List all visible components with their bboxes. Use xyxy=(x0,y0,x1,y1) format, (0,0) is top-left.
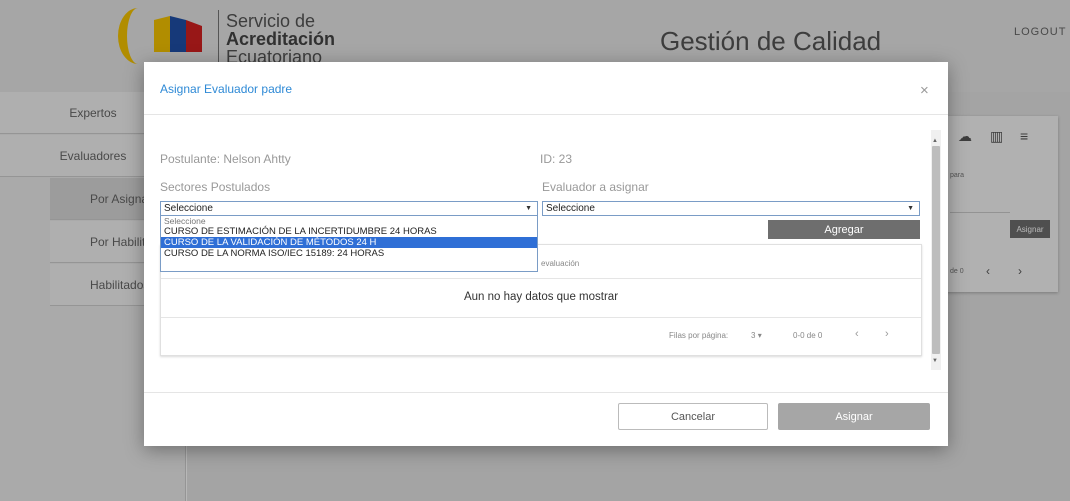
modal-divider xyxy=(144,114,948,115)
cancel-button[interactable]: Cancelar xyxy=(618,403,768,430)
rows-per-page-label: Filas por página: xyxy=(669,331,729,340)
rows-per-page-value: 3 xyxy=(751,331,756,340)
agregar-button[interactable]: Agregar xyxy=(768,220,920,239)
table-divider xyxy=(161,278,921,279)
assign-button[interactable]: Asignar xyxy=(778,403,930,430)
table-empty-message: Aun no hay datos que mostrar xyxy=(463,291,619,303)
sectores-select[interactable]: Seleccione ▼ xyxy=(160,201,538,216)
rows-per-page-select[interactable]: 3 ▾ xyxy=(751,331,762,340)
modal-scrollbar-thumb[interactable] xyxy=(932,146,940,354)
sectores-label: Sectores Postulados xyxy=(160,180,271,194)
dropdown-option[interactable]: CURSO DE ESTIMACIÓN DE LA INCERTIDUMBRE … xyxy=(161,226,537,237)
scroll-down-icon[interactable]: ▼ xyxy=(932,358,938,364)
next-page-icon[interactable]: › xyxy=(885,328,889,340)
close-icon[interactable]: × xyxy=(920,82,929,99)
dropdown-option-highlighted[interactable]: CURSO DE LA VALIDACIÓN DE MÉTODOS 24 H xyxy=(161,237,537,248)
sectores-dropdown-list: Seleccione CURSO DE ESTIMACIÓN DE LA INC… xyxy=(160,215,538,272)
assign-evaluator-modal: Asignar Evaluador padre × Postulante: Ne… xyxy=(144,62,948,446)
dropdown-option[interactable]: CURSO DE LA NORMA ISO/IEC 15189: 24 HORA… xyxy=(161,248,537,259)
id-label: ID: 23 xyxy=(540,152,573,166)
scroll-up-icon[interactable]: ▲ xyxy=(932,138,938,144)
pagination-range: 0-0 de 0 xyxy=(793,331,823,340)
prev-page-icon[interactable]: ‹ xyxy=(855,328,859,340)
chevron-down-icon: ▼ xyxy=(907,205,914,212)
evaluador-select-value: Seleccione xyxy=(546,203,595,214)
modal-title: Asignar Evaluador padre xyxy=(160,82,293,96)
table-column-header: evaluación xyxy=(541,259,580,268)
sectores-select-value: Seleccione xyxy=(164,203,213,214)
evaluador-label: Evaluador a asignar xyxy=(542,180,649,194)
postulante-label: Postulante: Nelson Ahtty xyxy=(160,152,291,166)
dropdown-option[interactable]: Seleccione xyxy=(161,216,537,226)
evaluador-select[interactable]: Seleccione ▼ xyxy=(542,201,920,216)
table-divider xyxy=(161,317,921,318)
caret-down-icon: ▾ xyxy=(757,331,762,340)
modal-footer-divider xyxy=(144,392,948,393)
chevron-down-icon: ▼ xyxy=(525,205,532,212)
